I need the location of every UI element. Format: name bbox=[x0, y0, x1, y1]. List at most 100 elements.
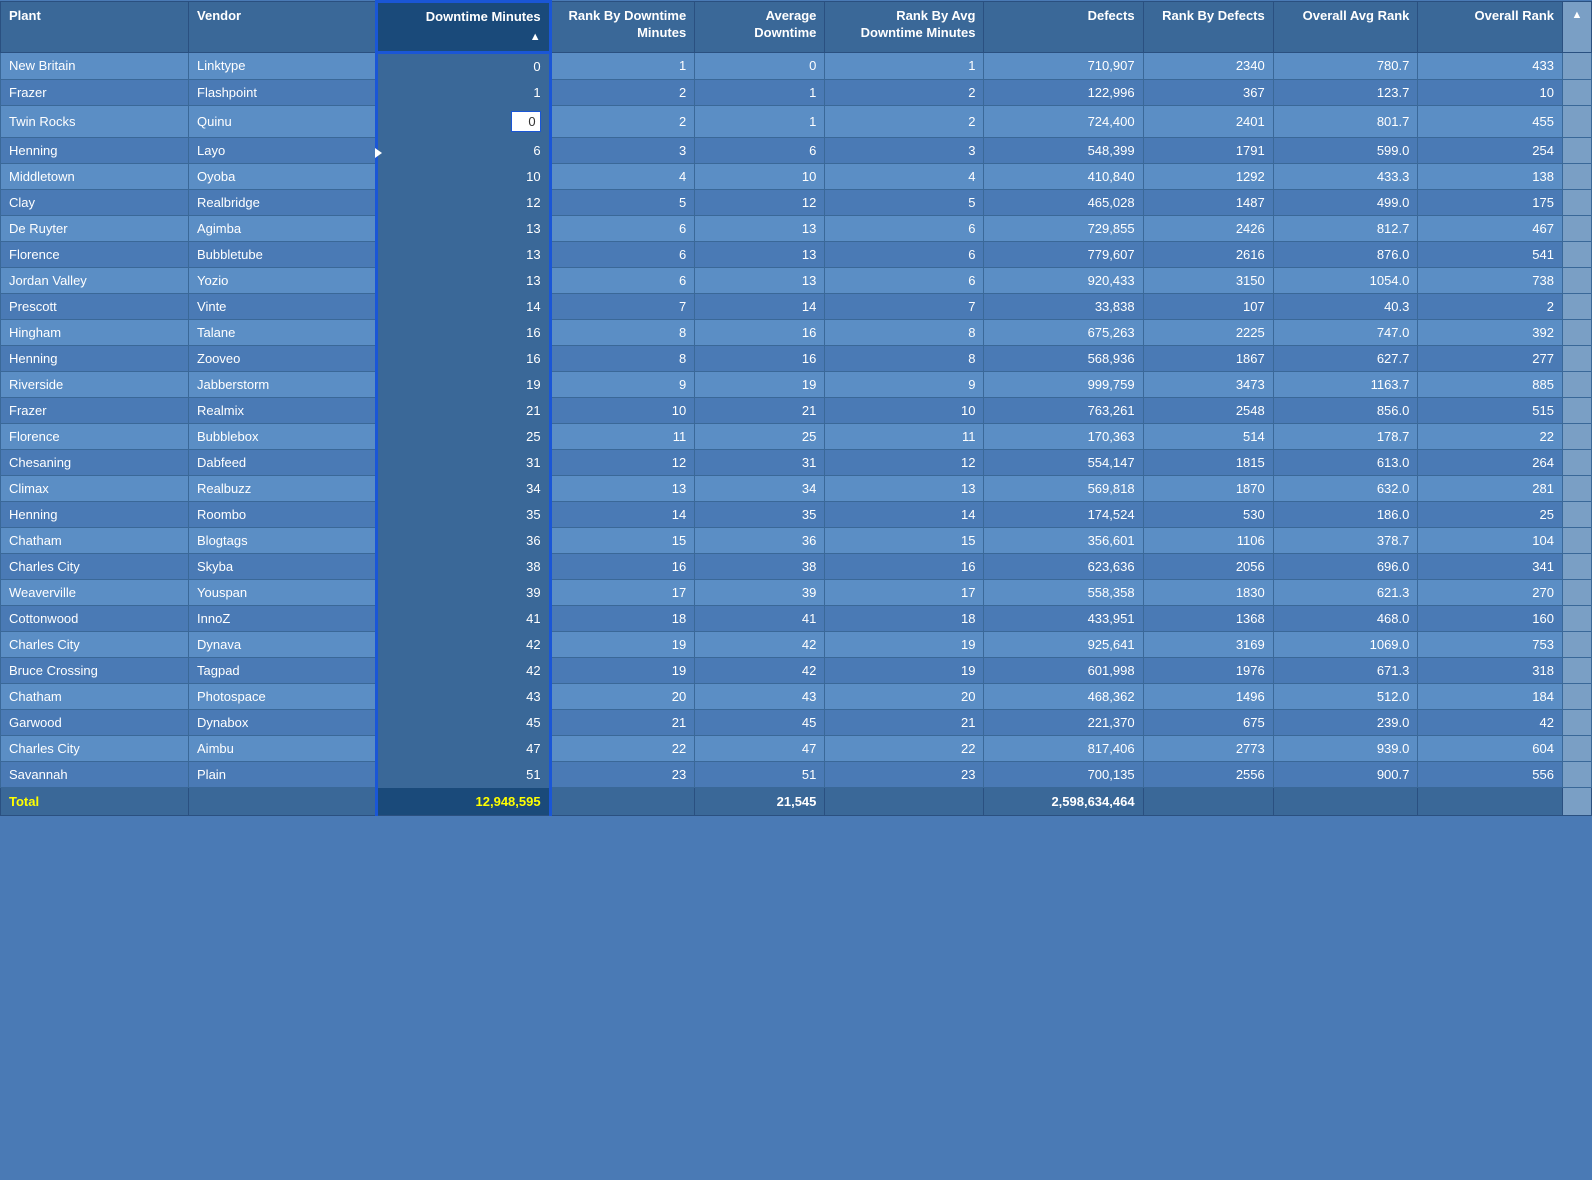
cell-overall-avg: 801.7 bbox=[1273, 105, 1418, 137]
cell-rank-avg: 7 bbox=[825, 293, 984, 319]
cell-downtime-min[interactable]: 14 bbox=[377, 293, 551, 319]
cell-overall-rank: 254 bbox=[1418, 137, 1563, 163]
cell-vendor: InnoZ bbox=[189, 605, 377, 631]
cell-downtime-min[interactable]: 35 bbox=[377, 501, 551, 527]
cell-rank-avg: 19 bbox=[825, 657, 984, 683]
cell-downtime-min[interactable]: 13 bbox=[377, 267, 551, 293]
cell-overall-rank: 433 bbox=[1418, 52, 1563, 79]
cell-downtime-min[interactable]: 36 bbox=[377, 527, 551, 553]
col-header-defects[interactable]: Defects bbox=[984, 2, 1143, 53]
cell-defects: 433,951 bbox=[984, 605, 1143, 631]
cell-avg-downtime: 42 bbox=[695, 657, 825, 683]
cell-downtime-min[interactable]: 13 bbox=[377, 215, 551, 241]
scrollbar-cell bbox=[1563, 657, 1592, 683]
cell-vendor: Jabberstorm bbox=[189, 371, 377, 397]
cell-rank-defects: 1815 bbox=[1143, 449, 1273, 475]
cell-downtime-min[interactable]: 34 bbox=[377, 475, 551, 501]
cell-rank-downtime: 9 bbox=[550, 371, 695, 397]
cell-plant: Bruce Crossing bbox=[1, 657, 189, 683]
total-overall-avg bbox=[1273, 787, 1418, 815]
col-header-overall-avg[interactable]: Overall Avg Rank bbox=[1273, 2, 1418, 53]
col-header-plant[interactable]: Plant bbox=[1, 2, 189, 53]
col-header-downtime-min[interactable]: Downtime Minutes ▲ bbox=[377, 2, 551, 53]
cell-overall-rank: 42 bbox=[1418, 709, 1563, 735]
table-row: Clay Realbridge 12 5 12 5 465,028 1487 4… bbox=[1, 189, 1592, 215]
table-row: Frazer Flashpoint 1 2 1 2 122,996 367 12… bbox=[1, 79, 1592, 105]
scrollbar-cell bbox=[1563, 137, 1592, 163]
cell-plant: Savannah bbox=[1, 761, 189, 787]
cell-downtime-min[interactable]: 10 bbox=[377, 163, 551, 189]
cell-downtime-min[interactable]: 16 bbox=[377, 319, 551, 345]
cell-downtime-min[interactable]: 45 bbox=[377, 709, 551, 735]
cell-overall-avg: 433.3 bbox=[1273, 163, 1418, 189]
cell-downtime-min[interactable]: 21 bbox=[377, 397, 551, 423]
cell-plant: Chatham bbox=[1, 683, 189, 709]
cell-downtime-min[interactable]: 1 bbox=[377, 79, 551, 105]
cell-avg-downtime: 10 bbox=[695, 163, 825, 189]
cell-defects: 623,636 bbox=[984, 553, 1143, 579]
cell-plant: De Ruyter bbox=[1, 215, 189, 241]
scrollbar-cell bbox=[1563, 397, 1592, 423]
cell-rank-downtime: 23 bbox=[550, 761, 695, 787]
cell-downtime-min[interactable]: 19 bbox=[377, 371, 551, 397]
cell-downtime-min[interactable]: 16 bbox=[377, 345, 551, 371]
table-row: Climax Realbuzz 34 13 34 13 569,818 1870… bbox=[1, 475, 1592, 501]
cell-defects: 999,759 bbox=[984, 371, 1143, 397]
cell-overall-avg: 1054.0 bbox=[1273, 267, 1418, 293]
scrollbar-cell bbox=[1563, 241, 1592, 267]
cell-rank-defects: 367 bbox=[1143, 79, 1273, 105]
cell-vendor: Linktype bbox=[189, 52, 377, 79]
cell-defects: 601,998 bbox=[984, 657, 1143, 683]
col-header-rank-avg[interactable]: Rank By Avg Downtime Minutes bbox=[825, 2, 984, 53]
cell-downtime-min[interactable]: 0 bbox=[377, 52, 551, 79]
col-header-rank-defects[interactable]: Rank By Defects bbox=[1143, 2, 1273, 53]
cell-rank-avg: 2 bbox=[825, 105, 984, 137]
cell-overall-avg: 696.0 bbox=[1273, 553, 1418, 579]
cell-downtime-min[interactable]: 39 bbox=[377, 579, 551, 605]
cell-downtime-min[interactable]: 42 bbox=[377, 657, 551, 683]
cell-downtime-min[interactable]: 47 bbox=[377, 735, 551, 761]
table-row: Twin Rocks Quinu 0 2 1 2 724,400 2401 80… bbox=[1, 105, 1592, 137]
cell-downtime-min[interactable]: 25 bbox=[377, 423, 551, 449]
scrollbar-cell bbox=[1563, 105, 1592, 137]
cell-rank-defects: 1106 bbox=[1143, 527, 1273, 553]
col-header-vendor[interactable]: Vendor bbox=[189, 2, 377, 53]
cell-overall-avg: 627.7 bbox=[1273, 345, 1418, 371]
scrollbar-cell bbox=[1563, 553, 1592, 579]
cell-rank-avg: 21 bbox=[825, 709, 984, 735]
cell-vendor: Yozio bbox=[189, 267, 377, 293]
col-header-rank-downtime[interactable]: Rank By Downtime Minutes bbox=[550, 2, 695, 53]
cell-downtime-min[interactable]: 41 bbox=[377, 605, 551, 631]
cell-downtime-min[interactable]: 42 bbox=[377, 631, 551, 657]
cell-rank-avg: 20 bbox=[825, 683, 984, 709]
cell-downtime-min[interactable]: 13 bbox=[377, 241, 551, 267]
cell-overall-rank: 2 bbox=[1418, 293, 1563, 319]
cell-downtime-min[interactable]: 6 bbox=[377, 137, 551, 163]
cell-downtime-min[interactable]: 12 bbox=[377, 189, 551, 215]
cell-rank-avg: 22 bbox=[825, 735, 984, 761]
col-header-avg-downtime[interactable]: Average Downtime bbox=[695, 2, 825, 53]
cell-defects: 170,363 bbox=[984, 423, 1143, 449]
cell-plant: Climax bbox=[1, 475, 189, 501]
cell-rank-avg: 13 bbox=[825, 475, 984, 501]
cell-overall-rank: 175 bbox=[1418, 189, 1563, 215]
cell-avg-downtime: 0 bbox=[695, 52, 825, 79]
cell-defects: 356,601 bbox=[984, 527, 1143, 553]
cell-downtime-min[interactable]: 38 bbox=[377, 553, 551, 579]
cell-overall-rank: 10 bbox=[1418, 79, 1563, 105]
cell-vendor: Zooveo bbox=[189, 345, 377, 371]
cell-downtime-min[interactable]: 31 bbox=[377, 449, 551, 475]
cell-downtime-min[interactable]: 0 bbox=[377, 105, 551, 137]
cell-plant: Henning bbox=[1, 137, 189, 163]
cell-rank-defects: 1368 bbox=[1143, 605, 1273, 631]
cell-rank-downtime: 10 bbox=[550, 397, 695, 423]
total-downtime-min: 12,948,595 bbox=[377, 787, 551, 815]
cell-rank-defects: 2616 bbox=[1143, 241, 1273, 267]
cell-plant: Middletown bbox=[1, 163, 189, 189]
cell-rank-downtime: 4 bbox=[550, 163, 695, 189]
cell-downtime-min[interactable]: 43 bbox=[377, 683, 551, 709]
cell-downtime-min[interactable]: 51 bbox=[377, 761, 551, 787]
col-header-overall-rank[interactable]: Overall Rank bbox=[1418, 2, 1563, 53]
cell-rank-avg: 14 bbox=[825, 501, 984, 527]
cell-overall-rank: 270 bbox=[1418, 579, 1563, 605]
